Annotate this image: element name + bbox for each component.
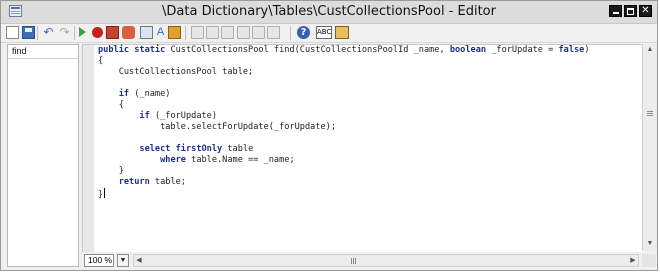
code-line[interactable]: public static CustCollectionsPool find(C… bbox=[98, 45, 590, 56]
code-keyword: select firstOnly bbox=[139, 144, 223, 154]
code-line[interactable]: if (_name) bbox=[98, 89, 590, 100]
script-icon[interactable] bbox=[168, 26, 181, 39]
code-line[interactable] bbox=[98, 133, 590, 144]
title-bar[interactable]: \Data Dictionary\Tables\CustCollectionsP… bbox=[1, 1, 657, 24]
code-line[interactable]: if (_forUpdate) bbox=[98, 111, 590, 122]
code-line[interactable]: return table; bbox=[98, 177, 590, 188]
zoom-select[interactable]: 100 % bbox=[84, 254, 114, 267]
redo-icon[interactable]: ↷ bbox=[58, 26, 71, 39]
code-token: table; bbox=[149, 177, 186, 187]
code-keyword: public static bbox=[98, 45, 171, 55]
text-caret bbox=[104, 188, 106, 198]
code-token: ) bbox=[584, 45, 590, 55]
code-token: CustCollectionsPool table; bbox=[98, 67, 254, 77]
zoom-dropdown-icon[interactable]: ▼ bbox=[117, 254, 129, 267]
code-token: { bbox=[98, 100, 124, 110]
code-token: CustCollectionsPool find(CustCollections… bbox=[170, 45, 450, 55]
code-line[interactable]: { bbox=[98, 56, 590, 67]
code-line[interactable]: select firstOnly table bbox=[98, 144, 590, 155]
bookmark-icon[interactable] bbox=[335, 26, 349, 39]
code-line[interactable]: { bbox=[98, 100, 590, 111]
code-token: table.Name == _name; bbox=[185, 155, 295, 165]
window-title: \Data Dictionary\Tables\CustCollectionsP… bbox=[162, 4, 496, 19]
method-item-find[interactable]: find bbox=[12, 46, 27, 56]
code-keyword: if bbox=[118, 89, 130, 99]
code-token: table.selectForUpdate(_forUpdate); bbox=[98, 122, 336, 132]
code-keyword: where bbox=[160, 155, 186, 165]
help-icon[interactable]: ? bbox=[297, 26, 310, 39]
goto-icon[interactable] bbox=[267, 26, 280, 39]
code-keyword: false bbox=[558, 45, 585, 55]
copy-icon[interactable] bbox=[191, 26, 204, 39]
compile-icon[interactable] bbox=[140, 26, 153, 39]
code-keyword: if bbox=[139, 111, 150, 121]
code-line[interactable]: } bbox=[98, 188, 590, 200]
breakpoint-icon[interactable] bbox=[92, 27, 103, 38]
code-line[interactable]: CustCollectionsPool table; bbox=[98, 67, 590, 78]
code-line[interactable]: } bbox=[98, 166, 590, 177]
paste-icon[interactable] bbox=[206, 26, 219, 39]
maximize-button[interactable] bbox=[624, 5, 637, 17]
horizontal-scrollbar[interactable]: ◀ ▶ bbox=[133, 254, 639, 267]
code-token: (_name) bbox=[129, 89, 171, 99]
code-line[interactable]: table.selectForUpdate(_forUpdate); bbox=[98, 122, 590, 133]
scroll-thumb-grip[interactable] bbox=[647, 111, 653, 112]
scroll-up-icon[interactable]: ▲ bbox=[643, 46, 657, 54]
code-line[interactable] bbox=[98, 78, 590, 89]
remove-breakpoints-icon[interactable] bbox=[122, 26, 135, 39]
undo-icon[interactable]: ↶ bbox=[42, 26, 55, 39]
paste-special-icon[interactable] bbox=[221, 26, 234, 39]
find-icon[interactable] bbox=[237, 26, 250, 39]
hscroll-thumb-grip[interactable] bbox=[351, 258, 352, 264]
code-token: { bbox=[98, 56, 104, 66]
code-editor[interactable]: public static CustCollectionsPool find(C… bbox=[82, 44, 643, 252]
code-token: table bbox=[222, 144, 254, 154]
code-text[interactable]: public static CustCollectionsPool find(C… bbox=[98, 45, 590, 200]
replace-icon[interactable] bbox=[252, 26, 265, 39]
code-keyword: boolean bbox=[449, 45, 487, 55]
code-token: _forUpdate = bbox=[486, 45, 559, 55]
code-token: (_forUpdate) bbox=[149, 111, 218, 121]
resize-corner[interactable] bbox=[642, 254, 656, 267]
scroll-down-icon[interactable]: ▼ bbox=[643, 240, 657, 248]
code-line[interactable]: where table.Name == _name; bbox=[98, 155, 590, 166]
close-button[interactable]: ✕ bbox=[639, 5, 652, 17]
source-icon[interactable]: ABC bbox=[316, 26, 332, 39]
scroll-left-icon[interactable]: ◀ bbox=[134, 257, 144, 265]
vertical-scrollbar[interactable]: ▲ ▼ bbox=[642, 44, 657, 251]
status-bar: 100 % ▼ ◀ ▶ bbox=[82, 252, 657, 268]
save-icon[interactable] bbox=[22, 26, 35, 39]
minimize-button[interactable] bbox=[609, 5, 622, 17]
lookup-icon[interactable]: A bbox=[154, 26, 167, 39]
run-icon[interactable] bbox=[79, 27, 86, 37]
code-keyword: return bbox=[118, 177, 150, 187]
code-token: } bbox=[98, 190, 104, 200]
toggle-breakpoint-icon[interactable] bbox=[106, 26, 119, 39]
method-list: find bbox=[7, 44, 79, 267]
editor-gutter[interactable] bbox=[83, 45, 94, 252]
scroll-right-icon[interactable]: ▶ bbox=[628, 257, 638, 265]
new-icon[interactable] bbox=[6, 26, 19, 39]
toolbar: ↶ ↷ A ? ABC bbox=[1, 24, 657, 43]
code-token: } bbox=[98, 166, 124, 176]
editor-window: \Data Dictionary\Tables\CustCollectionsP… bbox=[0, 0, 658, 271]
